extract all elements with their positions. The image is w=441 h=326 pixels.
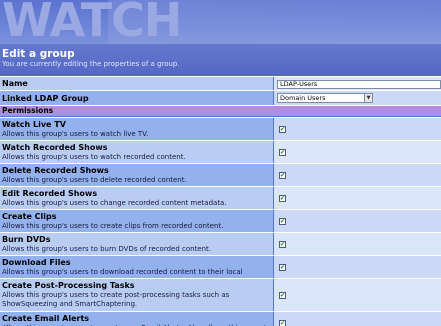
ldap-group-select[interactable]: Domain Users ▼ xyxy=(277,93,373,103)
permission-description: Allows this group's users to burn DVDs o… xyxy=(2,245,212,253)
permission-name: Create Clips xyxy=(2,212,57,221)
permission-description: Allows this group's users to create clip… xyxy=(2,222,224,230)
permission-name: Edit Recorded Shows xyxy=(2,189,98,198)
app-logo: WATCH xyxy=(2,0,182,44)
permission-description: Allows this group's users to delete reco… xyxy=(2,176,187,184)
check-icon: ✔ xyxy=(280,264,286,271)
permission-name: Burn DVDs xyxy=(2,235,51,244)
check-icon: ✔ xyxy=(280,292,286,299)
permission-name: Download Files xyxy=(2,258,71,267)
permission-name: Watch Live TV xyxy=(2,120,66,129)
ldap-label: Linked LDAP Group xyxy=(2,94,89,103)
check-icon: ✔ xyxy=(280,195,286,202)
page-title: Edit a group xyxy=(2,48,75,60)
check-icon: ✔ xyxy=(280,218,286,225)
permission-row: Download Files Allows this group's users … xyxy=(0,255,441,285)
ldap-row: Linked LDAP Group Domain Users ▼ xyxy=(0,90,441,105)
permission-row: Edit Recorded Shows Allows this group's u… xyxy=(0,186,441,209)
permission-description: Allows this group's users to watch recor… xyxy=(2,153,186,161)
chevron-down-icon[interactable]: ▼ xyxy=(364,94,372,102)
permission-checkbox[interactable]: ✔ xyxy=(279,320,286,326)
permission-row: Watch Live TV Allows this group's users t… xyxy=(0,117,441,140)
permission-row: Watch Recorded Shows Allows this group's … xyxy=(0,140,441,163)
app-banner: WATCH xyxy=(0,0,441,44)
permission-name: Watch Recorded Shows xyxy=(2,143,108,152)
permission-row: Create Email AlertsAllows this group's u… xyxy=(0,311,441,326)
check-icon: ✔ xyxy=(280,149,286,156)
permission-description-line2: ShowSqueezing and SmartChaptering. xyxy=(2,300,138,308)
permission-name: Create Email Alerts xyxy=(2,314,90,323)
page-header: Edit a group You are currently editing t… xyxy=(0,44,441,76)
name-input[interactable]: LDAP-Users xyxy=(277,80,441,89)
permission-description: Allows this group's users to create post… xyxy=(2,291,230,299)
permission-checkbox[interactable]: ✔ xyxy=(279,241,286,248)
permissions-header: Permissions xyxy=(0,105,441,116)
permission-row: Burn DVDs Allows this group's users to bu… xyxy=(0,232,441,255)
name-row: Name LDAP-Users xyxy=(0,76,441,90)
permission-description: Allows this group's users to change reco… xyxy=(2,199,227,207)
permission-checkbox[interactable]: ✔ xyxy=(279,149,286,156)
permission-checkbox[interactable]: ✔ xyxy=(279,126,286,133)
permission-checkbox[interactable]: ✔ xyxy=(279,292,286,299)
check-icon: ✔ xyxy=(280,172,286,179)
permission-checkbox[interactable]: ✔ xyxy=(279,195,286,202)
permission-description: Allows this group's users to watch live … xyxy=(2,130,149,138)
name-label: Name xyxy=(2,79,28,88)
permission-checkbox[interactable]: ✔ xyxy=(279,264,286,271)
permission-checkbox[interactable]: ✔ xyxy=(279,172,286,179)
ldap-group-select-value: Domain Users xyxy=(280,94,326,102)
check-icon: ✔ xyxy=(280,320,286,326)
check-icon: ✔ xyxy=(280,126,286,133)
page-subtitle: You are currently editing the properties… xyxy=(2,60,180,68)
permission-name: Delete Recorded Shows xyxy=(2,166,109,175)
permission-name: Create Post-Processing Tasks xyxy=(2,281,135,290)
permission-row: Delete Recorded Shows Allows this group's… xyxy=(0,163,441,186)
permission-row: Create Clips Allows this group's users to… xyxy=(0,209,441,232)
permission-row: Create Post-Processing Tasks Allows this … xyxy=(0,278,441,311)
permission-checkbox[interactable]: ✔ xyxy=(279,218,286,225)
check-icon: ✔ xyxy=(280,241,286,248)
